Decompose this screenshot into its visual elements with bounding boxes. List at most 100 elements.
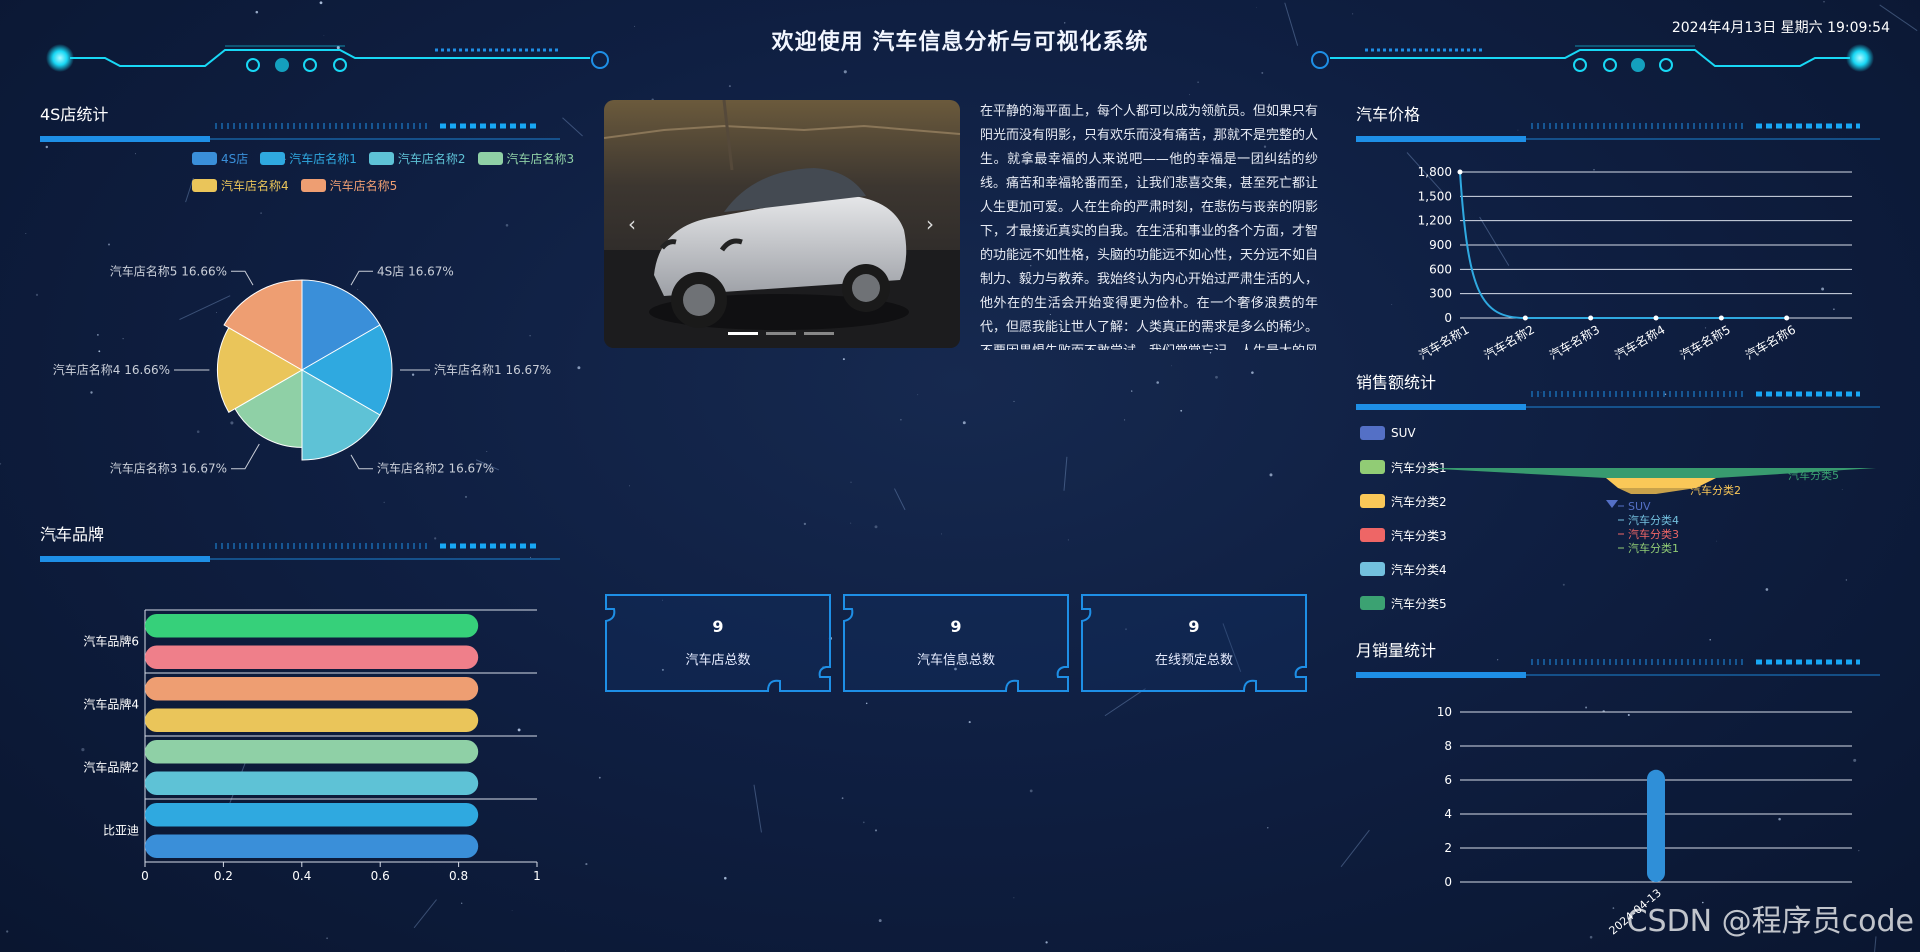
legend-item[interactable]: 汽车店名称5 (300, 177, 398, 194)
price-point (1784, 315, 1790, 321)
x-tick-label: 汽车名称6 (1742, 322, 1798, 363)
y-tick-label: 600 (1429, 262, 1452, 276)
underline-bar (1356, 404, 1526, 410)
legend-item[interactable]: SUV (1360, 416, 1447, 450)
legend-swatch (477, 152, 503, 165)
y-tick-label: 1,200 (1418, 214, 1452, 228)
legend-label: 汽车店名称4 (221, 179, 289, 193)
funnel-label: 汽车分类1 (1628, 541, 1679, 555)
brand-bar (145, 740, 479, 764)
car-carousel[interactable]: ‹ › (604, 100, 960, 348)
carousel-next-icon[interactable]: › (926, 212, 934, 236)
funnel-layer (1606, 500, 1618, 508)
x-tick-label: 汽车名称3 (1546, 322, 1602, 363)
legend-swatch (192, 179, 217, 192)
underline-bar (40, 556, 210, 562)
y-tick-label: 汽车品牌2 (83, 760, 139, 775)
x-tick-label: 0 (141, 869, 149, 883)
y-tick-label: 1,500 (1418, 189, 1452, 203)
legend-label: 汽车分类5 (1391, 596, 1447, 611)
carousel-indicator-2[interactable] (766, 332, 796, 335)
pie-label: 汽车店名称4 16.66% (53, 362, 170, 377)
legend-label: 汽车店名称5 (329, 179, 398, 193)
legend-label: 4S店 (221, 152, 249, 166)
price-point (1457, 169, 1463, 175)
stat-card-frame (605, 594, 831, 692)
x-tick-label: 0.8 (449, 869, 468, 883)
pie-label: 汽车店名称3 16.67% (110, 461, 227, 476)
funnel-layer (1618, 488, 1696, 494)
pie-label-line (231, 270, 254, 286)
x-tick-label: 0.2 (214, 869, 233, 883)
article-text: 在平静的海平面上，每个人都可以成为领航员。但如果只有阳光而没有阴影，只有欢乐而没… (980, 104, 1318, 350)
legend-label: 汽车店名称3 (506, 152, 575, 166)
stat-card-frame (1081, 594, 1307, 692)
legend-swatch (1360, 426, 1385, 440)
stat-card-info-total: 9 汽车信息总数 (842, 593, 1070, 693)
legend-swatch (260, 152, 286, 165)
legend-label: SUV (1391, 426, 1416, 440)
legend-item[interactable]: 汽车分类5 (1360, 586, 1447, 620)
y-tick-label: 300 (1429, 287, 1452, 301)
price-point (1653, 315, 1659, 321)
stat-label: 在线预定总数 (1154, 653, 1233, 668)
legend-item[interactable]: 4S店 (192, 150, 248, 167)
y-tick-label: 0 (1444, 311, 1452, 325)
price-line-chart: 0 300 600 900 1,200 1,500 1,800 汽车名称1 汽车名称2 汽车名称3… (1416, 165, 1852, 363)
legend-item[interactable]: 汽车店名称3 (477, 150, 575, 167)
y-tick-label: 2 (1444, 841, 1452, 855)
watermark: CSDN @程序员code (1626, 904, 1914, 939)
pie-label: 4S店 16.67% (377, 264, 454, 278)
price-point (1522, 315, 1528, 321)
y-tick-label: 比亚迪 (103, 824, 139, 838)
legend-item[interactable]: 汽车店名称4 (192, 177, 289, 194)
underline-bar (1356, 672, 1526, 678)
y-tick-label: 900 (1429, 238, 1452, 252)
carousel-prev-icon[interactable]: ‹ (628, 212, 636, 236)
legend-label: 汽车店名称1 (289, 152, 357, 166)
legend-swatch (1360, 596, 1385, 610)
brand-bar (145, 677, 479, 701)
stat-card-frame (843, 594, 1069, 692)
funnel-label: 汽车分类4 (1628, 513, 1679, 527)
sales-funnel-chart: 汽车分类5 汽车分类2 SUV汽车分类4汽车分类3汽车分类1 (1420, 468, 1876, 555)
legend-item[interactable]: 汽车店名称1 (260, 150, 357, 167)
pie-label-line (350, 270, 373, 286)
funnel-label: 汽车分类5 (1788, 468, 1839, 482)
stat-label: 汽车信息总数 (916, 653, 995, 668)
x-tick-label: 0.4 (292, 869, 311, 883)
y-tick-label: 0 (1444, 875, 1452, 889)
stat-value: 9 (1188, 617, 1200, 636)
x-tick-label: 汽车名称5 (1677, 322, 1733, 363)
pie-label: 汽车店名称5 16.66% (110, 263, 227, 278)
brand-bar (145, 803, 479, 827)
carousel-indicator-1[interactable] (728, 332, 758, 335)
brand-bar-chart: 比亚迪 汽车品牌2 汽车品牌4 汽车品牌6 0 0.2 0.4 0.6 0.8 1 (83, 609, 541, 883)
legend-swatch (368, 152, 394, 165)
x-tick-label: 1 (533, 869, 541, 883)
brand-bar (145, 834, 479, 858)
stat-value: 9 (950, 617, 962, 636)
stat-card-booking-total: 9 在线预定总数 (1080, 593, 1308, 693)
stat-card-store-total: 9 汽车店总数 (604, 593, 832, 693)
store-pie-chart: 4S店 16.67% 汽车店名称1 16.67% 汽车店名称2 16.67% 汽车店名… (53, 263, 551, 476)
price-point (1718, 315, 1724, 321)
monthly-bar (1647, 769, 1665, 882)
carousel-indicator-3[interactable] (804, 332, 834, 335)
funnel-label: 汽车分类3 (1628, 527, 1679, 541)
funnel-label: SUV (1628, 500, 1651, 513)
y-tick-label: 10 (1437, 705, 1452, 719)
funnel-label: 汽车分类2 (1690, 483, 1741, 497)
stat-value: 9 (712, 617, 724, 636)
pie-label-line (350, 454, 373, 470)
y-tick-label: 汽车品牌4 (83, 697, 139, 712)
car-image (604, 100, 960, 348)
x-tick-label: 汽车名称1 (1416, 322, 1472, 363)
legend-swatch (300, 179, 326, 192)
legend-label: 汽车店名称2 (397, 152, 466, 166)
stat-label: 汽车店总数 (685, 653, 751, 668)
x-tick-label: 汽车名称4 (1612, 322, 1668, 363)
legend-item[interactable]: 汽车店名称2 (368, 150, 466, 167)
pie-legend: 4S店 汽车店名称1 汽车店名称2 汽车店名称3 汽车店名称4 汽车店名称5 (192, 150, 592, 194)
underline-bar (40, 136, 210, 142)
